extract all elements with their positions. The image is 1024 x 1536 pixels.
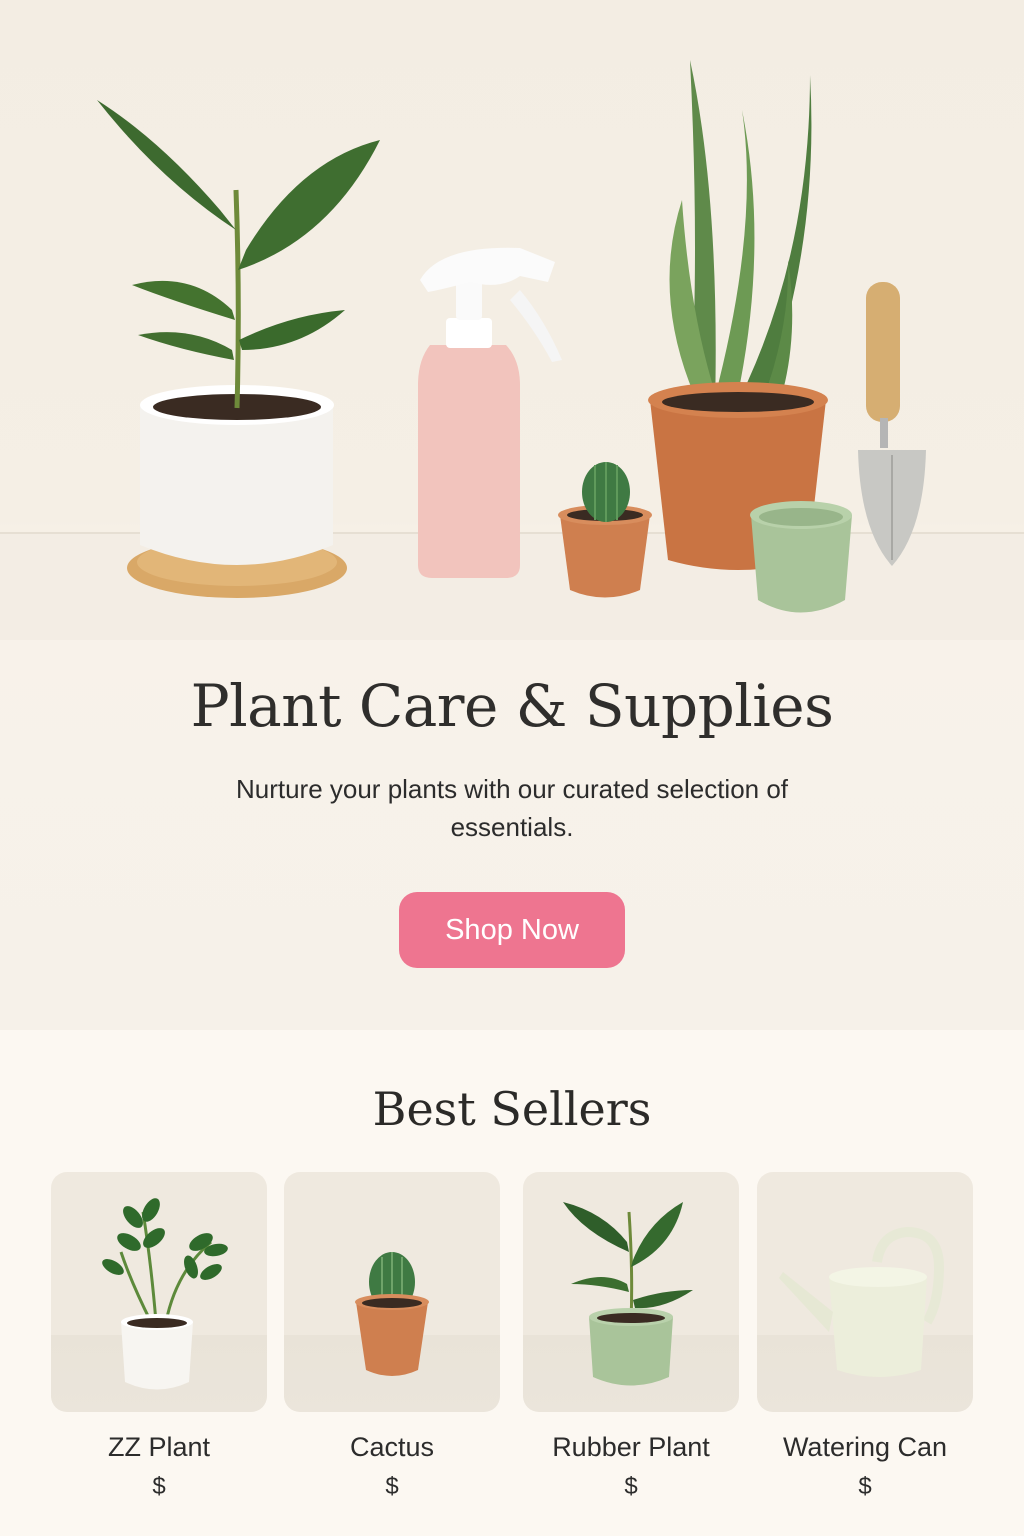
product-image[interactable] (284, 1172, 500, 1412)
shop-now-button[interactable]: Shop Now (399, 892, 625, 968)
snake-plant-hero (648, 60, 828, 570)
hero-section: Plant Care & Supplies Nurture your plant… (0, 0, 1024, 1030)
product-image[interactable] (51, 1172, 267, 1412)
product-price: $ (624, 1473, 638, 1500)
best-sellers-title: Best Sellers (372, 1082, 652, 1136)
hero-subtitle: Nurture your plants with our curated sel… (235, 774, 789, 842)
product-image[interactable] (523, 1172, 739, 1412)
hero-text-block: Plant Care & Supplies Nurture your plant… (0, 672, 1024, 968)
product-card-watering-can[interactable]: Watering Can $ (757, 1172, 973, 1501)
best-sellers-section: Best Sellers ZZ Plant $ Cactus $ Rubber … (0, 1030, 1024, 1536)
product-card-zz-plant[interactable]: ZZ Plant $ (51, 1172, 267, 1501)
small-cactus-hero (558, 462, 652, 598)
rubber-plant-hero (97, 100, 380, 598)
hero-image (0, 60, 1024, 640)
product-card-cactus[interactable]: Cactus $ (284, 1172, 500, 1501)
trowel-hero (858, 282, 926, 566)
sage-cup-hero (750, 501, 852, 613)
product-price: $ (152, 1473, 166, 1500)
product-name[interactable]: ZZ Plant (51, 1432, 267, 1463)
hero-title: Plant Care & Supplies (190, 672, 834, 740)
product-name[interactable]: Rubber Plant (523, 1432, 739, 1463)
spray-bottle-hero (418, 247, 562, 578)
product-card-rubber-plant[interactable]: Rubber Plant $ (523, 1172, 739, 1501)
product-price: $ (385, 1473, 399, 1500)
product-name[interactable]: Watering Can (757, 1432, 973, 1463)
product-price: $ (858, 1473, 872, 1500)
product-name[interactable]: Cactus (284, 1432, 500, 1463)
product-image[interactable] (757, 1172, 973, 1412)
